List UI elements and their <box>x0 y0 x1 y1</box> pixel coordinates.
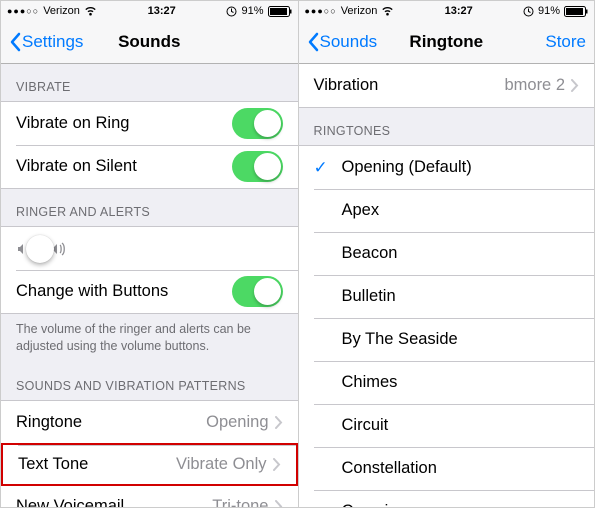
chevron-right-icon <box>571 79 579 92</box>
volume-slider-row[interactable] <box>1 227 298 270</box>
clock-label: 13:27 <box>445 5 473 17</box>
chevron-left-icon <box>9 32 21 52</box>
chevron-right-icon <box>273 458 281 471</box>
carrier-label: Verizon <box>43 5 80 17</box>
rotation-lock-icon <box>226 6 237 17</box>
section-header-ringer: RINGER AND ALERTS <box>1 189 298 226</box>
ringtone-screen: ●●●○○ Verizon 13:27 91% Sounds Ringtone … <box>298 1 595 507</box>
cell-label: Vibration <box>314 76 505 95</box>
cell-label: Vibrate on Ring <box>16 114 232 133</box>
cell-label: New Voicemail <box>16 497 212 507</box>
cell-detail: Tri-tone <box>212 497 268 507</box>
ringtone-label: Bulletin <box>342 287 580 306</box>
ringtone-item[interactable]: ✓Opening (Default) <box>299 146 595 189</box>
vibrate-on-ring-row[interactable]: Vibrate on Ring <box>1 102 298 145</box>
cell-detail: Opening <box>206 413 268 432</box>
ringtone-label: Circuit <box>342 416 580 435</box>
ringtone-row[interactable]: Ringtone Opening <box>1 401 298 444</box>
wifi-icon <box>84 6 97 16</box>
cell-label: Change with Buttons <box>16 282 232 301</box>
sounds-screen: ●●●○○ Verizon 13:27 91% Settings Sounds … <box>1 1 298 507</box>
checkmark-icon: ✓ <box>314 158 342 178</box>
store-button[interactable]: Store <box>545 32 586 52</box>
ringtone-item[interactable]: Bulletin <box>299 275 595 318</box>
chevron-right-icon <box>275 500 283 507</box>
back-button[interactable]: Settings <box>9 32 83 52</box>
back-label: Sounds <box>320 32 378 52</box>
section-header-patterns: SOUNDS AND VIBRATION PATTERNS <box>1 363 298 400</box>
ringtone-label: Beacon <box>342 244 580 263</box>
status-bar: ●●●○○ Verizon 13:27 91% <box>299 1 595 21</box>
cell-detail: bmore 2 <box>504 76 565 95</box>
ringtone-item[interactable]: Apex <box>299 189 595 232</box>
chevron-right-icon <box>275 416 283 429</box>
battery-icon <box>268 6 292 17</box>
section-header-vibrate: VIBRATE <box>1 64 298 101</box>
ringtone-label: Chimes <box>342 373 580 392</box>
carrier-label: Verizon <box>341 5 378 17</box>
cell-detail: Vibrate Only <box>176 455 267 474</box>
ringtone-label: By The Seaside <box>342 330 580 349</box>
battery-pct-label: 91% <box>241 5 263 17</box>
signal-strength-icon: ●●●○○ <box>305 6 337 16</box>
back-label: Settings <box>22 32 83 52</box>
chevron-left-icon <box>307 32 319 52</box>
ringtone-item[interactable]: Constellation <box>299 447 595 490</box>
ringtone-item[interactable]: Circuit <box>299 404 595 447</box>
slider-thumb[interactable] <box>26 235 54 263</box>
ringtone-item[interactable]: Cosmic <box>299 490 595 507</box>
vibration-row[interactable]: Vibration bmore 2 <box>299 64 595 107</box>
signal-strength-icon: ●●●○○ <box>7 6 39 16</box>
status-bar: ●●●○○ Verizon 13:27 91% <box>1 1 298 21</box>
battery-pct-label: 91% <box>538 5 560 17</box>
cell-label: Ringtone <box>16 413 206 432</box>
vibrate-on-silent-row[interactable]: Vibrate on Silent <box>1 145 298 188</box>
section-header-ringtones: RINGTONES <box>299 108 595 145</box>
ringtone-item[interactable]: Beacon <box>299 232 595 275</box>
wifi-icon <box>381 6 394 16</box>
section-footer-ringer: The volume of the ringer and alerts can … <box>1 314 298 363</box>
ringtone-item[interactable]: By The Seaside <box>299 318 595 361</box>
cell-label: Text Tone <box>18 455 176 474</box>
vibrate-on-silent-toggle[interactable] <box>232 151 283 182</box>
vibrate-on-ring-toggle[interactable] <box>232 108 283 139</box>
text-tone-row[interactable]: Text Tone Vibrate Only <box>1 443 298 486</box>
new-voicemail-row[interactable]: New Voicemail Tri-tone <box>1 485 298 507</box>
clock-label: 13:27 <box>148 5 176 17</box>
change-with-buttons-row[interactable]: Change with Buttons <box>1 270 298 313</box>
rotation-lock-icon <box>523 6 534 17</box>
change-with-buttons-toggle[interactable] <box>232 276 283 307</box>
nav-bar: Sounds Ringtone Store <box>299 21 595 64</box>
nav-bar: Settings Sounds <box>1 21 298 64</box>
ringtone-label: Apex <box>342 201 580 220</box>
back-button[interactable]: Sounds <box>307 32 378 52</box>
ringtone-label: Opening (Default) <box>342 158 580 177</box>
cell-label: Vibrate on Silent <box>16 157 232 176</box>
battery-icon <box>564 6 588 17</box>
ringtone-item[interactable]: Chimes <box>299 361 595 404</box>
ringtone-label: Constellation <box>342 459 580 478</box>
ringtone-label: Cosmic <box>342 502 580 507</box>
